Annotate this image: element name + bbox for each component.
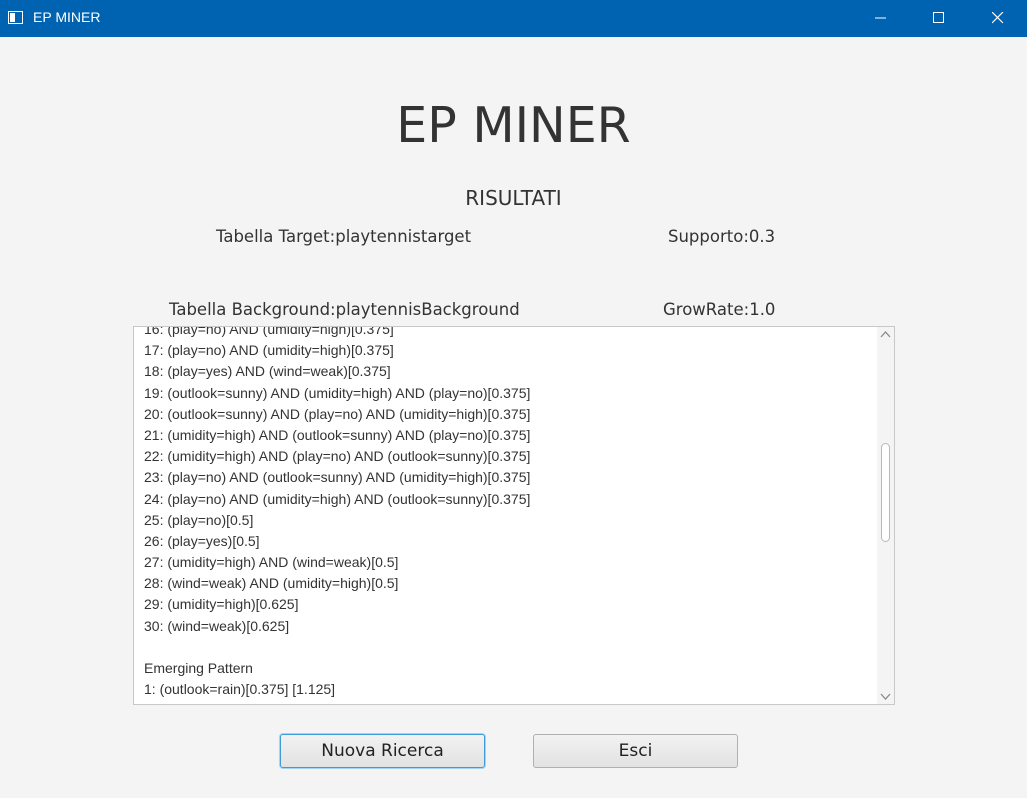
close-button[interactable] — [975, 0, 1021, 37]
result-line: 20: (outlook=sunny) AND (play=no) AND (u… — [144, 405, 531, 422]
growrate-label: GrowRate:1.0 — [663, 300, 776, 319]
result-line: Emerging Pattern — [144, 660, 253, 676]
title-bar[interactable]: EP MINER — [0, 0, 1027, 37]
support-label: Supporto:0.3 — [668, 227, 776, 246]
result-line: 2: (outlook=sunny)[0.375] [1.125] — [144, 700, 874, 704]
result-line: 25: (play=no)[0.5] — [144, 511, 254, 528]
scrollbar-thumb[interactable] — [881, 443, 890, 542]
app-icon — [8, 11, 23, 24]
result-line — [144, 637, 874, 658]
result-line: 24: (play=no) AND (umidity=high) AND (ou… — [144, 490, 531, 507]
result-line: 29: (umidity=high)[0.625] — [144, 596, 299, 613]
scroll-up-icon[interactable] — [880, 330, 891, 339]
minimize-icon — [875, 17, 886, 19]
target-table-label: Tabella Target:playtennistarget — [216, 227, 472, 246]
minimize-button[interactable] — [858, 0, 904, 37]
result-line: 23: (play=no) AND (outlook=sunny) AND (u… — [144, 469, 531, 486]
background-table-label: Tabella Background:playtennisBackground — [169, 300, 520, 319]
result-line: 16: (play=no) AND (umidity=high)[0.375] — [144, 326, 394, 337]
exit-button[interactable]: Esci — [533, 734, 738, 768]
result-line: 28: (wind=weak) AND (umidity=high)[0.5] — [144, 575, 399, 592]
result-line: 26: (play=yes)[0.5] — [144, 532, 260, 549]
window-title: EP MINER — [33, 9, 101, 25]
app-window: EP MINER EP MINER RISULTATI Tabella Targ… — [0, 0, 1027, 798]
maximize-icon — [933, 12, 944, 23]
result-line: 21: (umidity=high) AND (outlook=sunny) A… — [144, 426, 531, 443]
result-line: 1: (outlook=rain)[0.375] [1.125] — [144, 681, 336, 698]
close-icon — [992, 12, 1004, 24]
result-line: 18: (play=yes) AND (wind=weak)[0.375] — [144, 363, 391, 380]
results-subtitle: RISULTATI — [465, 186, 562, 210]
result-line: 19: (outlook=sunny) AND (umidity=high) A… — [144, 384, 531, 401]
maximize-button[interactable] — [916, 0, 962, 37]
new-search-button[interactable]: Nuova Ricerca — [280, 734, 485, 768]
scroll-down-icon[interactable] — [880, 692, 891, 701]
results-content: 16: (play=no) AND (umidity=high)[0.375] 1… — [144, 326, 874, 704]
result-line: 27: (umidity=high) AND (wind=weak)[0.5] — [144, 554, 399, 571]
result-line: 17: (play=no) AND (umidity=high)[0.375] — [144, 342, 394, 359]
results-text-area[interactable]: 16: (play=no) AND (umidity=high)[0.375] 1… — [133, 326, 895, 705]
vertical-scrollbar[interactable] — [877, 327, 894, 704]
result-line: 30: (wind=weak)[0.625] — [144, 617, 290, 634]
result-line: 22: (umidity=high) AND (play=no) AND (ou… — [144, 448, 531, 465]
page-title: EP MINER — [396, 97, 631, 154]
